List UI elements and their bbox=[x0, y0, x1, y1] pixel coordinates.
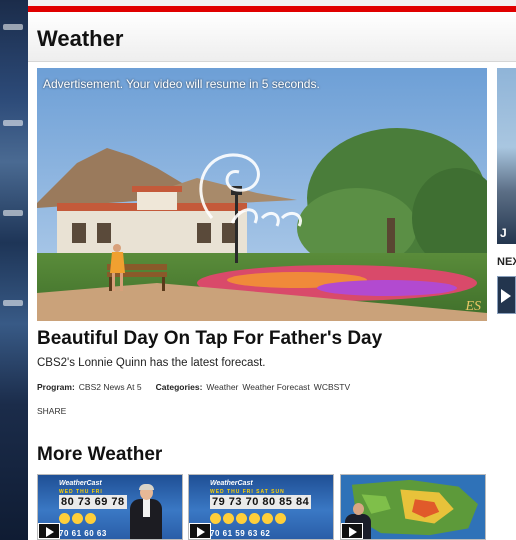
brand-watermark: ES bbox=[465, 299, 481, 314]
presenter-figure bbox=[130, 484, 162, 539]
thumb-lows: 70 61 59 63 62 bbox=[210, 529, 271, 538]
thumb-temps: 79 73 70 80 85 84 bbox=[210, 495, 312, 509]
program-link[interactable]: CBS2 News At 5 bbox=[79, 382, 142, 392]
share-button[interactable]: SHARE bbox=[37, 406, 66, 416]
sun-icon-row bbox=[210, 511, 288, 529]
categories-label: Categories: bbox=[155, 382, 203, 392]
category-link-weather[interactable]: Weather bbox=[206, 382, 238, 392]
video-player[interactable]: Advertisement. Your video will resume in… bbox=[37, 68, 487, 321]
thumb-title: WeatherCast bbox=[210, 480, 253, 487]
play-icon[interactable] bbox=[341, 523, 363, 539]
program-label: Program: bbox=[37, 382, 75, 392]
play-icon[interactable] bbox=[189, 523, 211, 539]
background-photo-strip bbox=[0, 0, 28, 540]
thumb-title: WeatherCast bbox=[59, 480, 102, 487]
thumb-lows: 70 61 60 63 bbox=[59, 529, 107, 538]
category-link-wcbstv[interactable]: WCBSTV bbox=[314, 382, 350, 392]
play-icon[interactable] bbox=[38, 523, 60, 539]
page: Weather Advertisement. Your video will r… bbox=[0, 0, 516, 540]
sidebar-thumb-letter: J bbox=[500, 226, 507, 240]
thumb-temps: 80 73 69 78 bbox=[59, 495, 127, 509]
video-frame-scene bbox=[37, 68, 487, 321]
sidebar-next-label: NEX bbox=[497, 256, 516, 268]
sun-icon-row bbox=[59, 511, 98, 529]
ad-countdown-notice: Advertisement. Your video will resume in… bbox=[43, 77, 320, 91]
more-weather-thumbnail-1[interactable]: WeatherCast WED THU FRI 80 73 69 78 70 6… bbox=[37, 474, 183, 540]
more-weather-heading: More Weather bbox=[37, 444, 163, 465]
video-headline: Beautiful Day On Tap For Father's Day bbox=[37, 328, 383, 349]
section-title: Weather bbox=[37, 26, 124, 51]
more-weather-thumbnail-3[interactable] bbox=[340, 474, 486, 540]
category-link-weather-forecast[interactable]: Weather Forecast bbox=[242, 382, 309, 392]
more-weather-thumbnail-2[interactable]: WeatherCast WED THU FRI SAT SUN 79 73 70… bbox=[188, 474, 334, 540]
video-metadata: Program: CBS2 News At 5 Categories: Weather… bbox=[37, 382, 350, 392]
play-icon bbox=[501, 289, 511, 303]
sidebar-next-thumbnail[interactable] bbox=[497, 276, 516, 314]
video-description: CBS2's Lonnie Quinn has the latest forec… bbox=[37, 357, 266, 369]
sidebar-video-thumbnail[interactable]: J bbox=[497, 68, 516, 244]
section-header: Weather bbox=[28, 12, 516, 62]
